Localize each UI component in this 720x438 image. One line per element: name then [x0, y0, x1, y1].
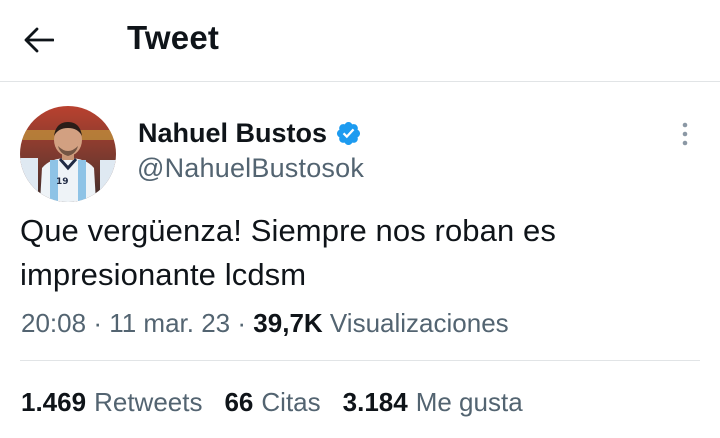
avatar-image: 19 [20, 106, 116, 202]
retweets-stat[interactable]: 1.469 Retweets [21, 384, 202, 420]
retweets-count: 1.469 [21, 387, 87, 417]
page-title: Tweet [127, 19, 220, 56]
tweet-time[interactable]: 20:08 [21, 308, 86, 338]
retweets-label: Retweets [94, 387, 203, 417]
avatar[interactable]: 19 [20, 106, 116, 202]
tweet-text: Que vergüenza! Siempre nos roban es impr… [20, 209, 700, 297]
divider [20, 360, 700, 361]
top-bar: Tweet [0, 0, 720, 82]
likes-stat[interactable]: 3.184 Me gusta [343, 384, 523, 420]
quotes-count: 66 [224, 387, 254, 417]
tweet-text-line: impresionante lcdsm [20, 257, 307, 292]
likes-count: 3.184 [342, 387, 408, 417]
vertical-dots-icon [682, 122, 688, 146]
tweet-meta: 20:08 · 11 mar. 23 · 39,7K Visualizacion… [21, 305, 509, 341]
tweet-date[interactable]: 11 mar. 23 [109, 308, 230, 338]
meta-separator: · [237, 308, 247, 338]
author-handle[interactable]: @NahuelBustosok [137, 151, 364, 185]
tweet-text-line: Que vergüenza! Siempre nos roban es [20, 213, 556, 248]
likes-label: Me gusta [415, 387, 523, 417]
quotes-stat[interactable]: 66 Citas [224, 384, 320, 420]
back-button[interactable] [24, 18, 74, 62]
author-name-row: Nahuel Bustos [138, 115, 362, 151]
views-label: Visualizaciones [329, 308, 509, 338]
arrow-left-icon [24, 27, 54, 53]
engagement-stats: 1.469 Retweets 66 Citas 3.184 Me gusta [21, 384, 545, 420]
svg-text:19: 19 [56, 177, 69, 187]
quotes-label: Citas [261, 387, 321, 417]
tweet-detail-screen: Tweet 19 Nahuel Bustos @NahuelBustosok Q… [0, 0, 720, 438]
display-name[interactable]: Nahuel Bustos [138, 115, 327, 151]
verified-badge-icon [337, 121, 361, 145]
more-options-button[interactable] [668, 117, 702, 151]
views-count: 39,7K [253, 308, 323, 338]
meta-separator: · [93, 308, 102, 338]
